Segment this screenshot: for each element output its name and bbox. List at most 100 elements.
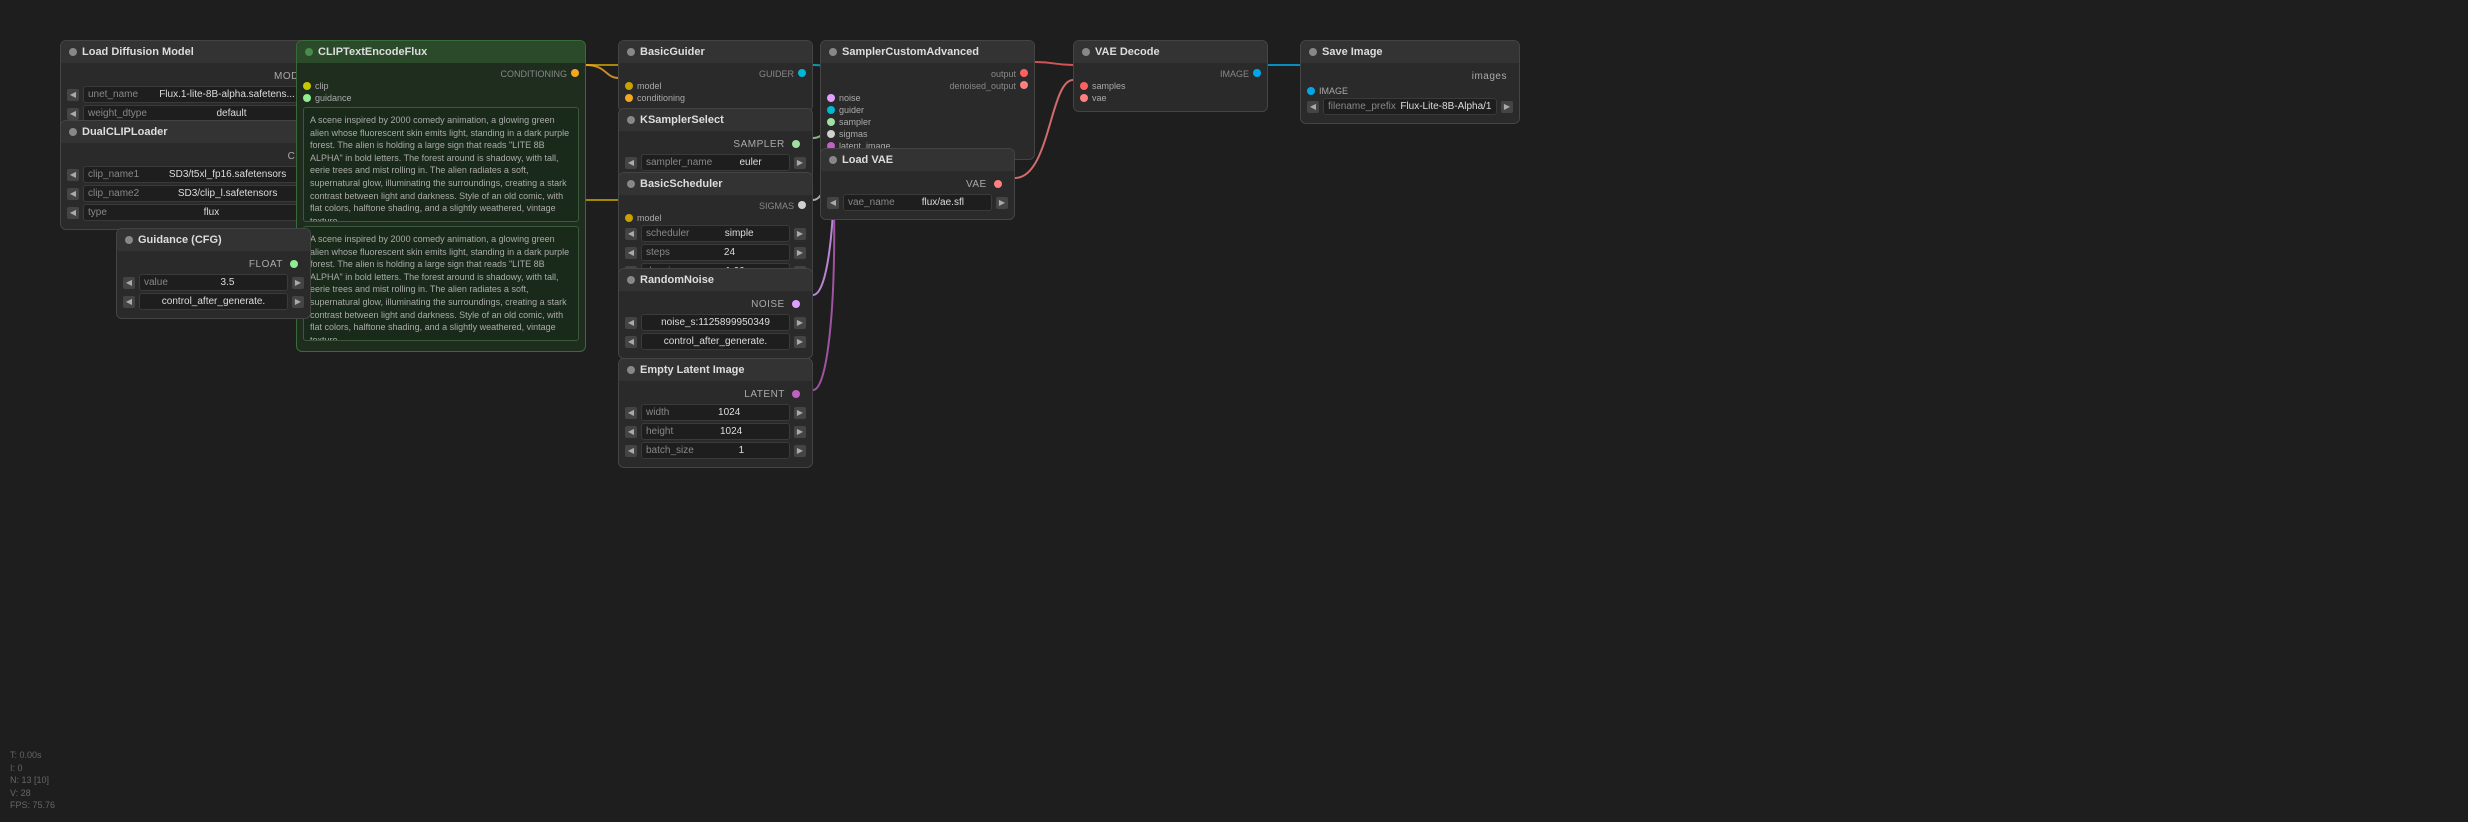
status-V: V: 28 (10, 787, 55, 800)
empty-latent-header: Empty Latent Image (619, 359, 812, 381)
scheduler-left-arrow[interactable]: ◀ (625, 228, 637, 240)
batch-size-right-arrow[interactable]: ▶ (794, 445, 806, 457)
basic-guider-title: BasicGuider (640, 46, 705, 58)
node-status-dot (1309, 48, 1317, 56)
scheduler-field: scheduler simple (641, 225, 790, 242)
unet-name-row[interactable]: ◀ unet_name Flux.1-lite-8B-alpha.safeten… (67, 86, 333, 103)
sampler-name-row[interactable]: ◀ sampler_name euler ▶ (625, 154, 806, 171)
save-image-node: Save Image images IMAGE ◀ filename_prefi… (1300, 40, 1520, 124)
sampler-output-label: SAMPLER (625, 137, 806, 152)
height-field: height 1024 (641, 423, 790, 440)
filename-prefix-left-arrow[interactable]: ◀ (1307, 101, 1319, 113)
height-right-arrow[interactable]: ▶ (794, 426, 806, 438)
load-vae-body: VAE ◀ vae_name flux/ae.sfl ▶ (821, 171, 1014, 219)
control-right-arrow[interactable]: ▶ (292, 296, 304, 308)
control-left-arrow[interactable]: ◀ (123, 296, 135, 308)
random-noise-body: NOISE ◀ noise_s:1125899950349 ▶ ◀ contro… (619, 291, 812, 358)
vae-name-left-arrow[interactable]: ◀ (827, 197, 839, 209)
filename-prefix-right-arrow[interactable]: ▶ (1501, 101, 1513, 113)
model-input-label2: model (637, 213, 662, 223)
width-left-arrow[interactable]: ◀ (625, 407, 637, 419)
unet-name-field: unet_name Flux.1-lite-8B-alpha.safetens.… (83, 86, 317, 103)
clip-output-label: CLIP (67, 149, 333, 164)
noise-seed-right-arrow[interactable]: ▶ (794, 317, 806, 329)
node-status-dot (69, 48, 77, 56)
clip-name1-left-arrow[interactable]: ◀ (67, 169, 79, 181)
guider-output-label: GUIDER (759, 69, 794, 79)
empty-latent-title: Empty Latent Image (640, 364, 745, 376)
clip-name2-left-arrow[interactable]: ◀ (67, 188, 79, 200)
guidance-input-label: guidance (315, 93, 352, 103)
ksampler-select-title: KSamplerSelect (640, 114, 724, 126)
height-row[interactable]: ◀ height 1024 ▶ (625, 423, 806, 440)
sampler-name-left-arrow[interactable]: ◀ (625, 157, 637, 169)
type-left-arrow[interactable]: ◀ (67, 207, 79, 219)
noise-control-field: control_after_generate. (641, 333, 790, 350)
steps-field: steps 24 (641, 244, 790, 261)
sampler-name-right-arrow[interactable]: ▶ (794, 157, 806, 169)
node-status-dot (305, 48, 313, 56)
noise-control-left-arrow[interactable]: ◀ (625, 336, 637, 348)
noise-seed-row[interactable]: ◀ noise_s:1125899950349 ▶ (625, 314, 806, 331)
sampler-input-label: sampler (839, 117, 871, 127)
clip-name1-row[interactable]: ◀ clip_name1 SD3/t5xl_fp16.safetensors ▶ (67, 166, 333, 183)
images-output-label: images (1307, 69, 1513, 84)
denoised-output-label: denoised_output (949, 81, 1016, 91)
clip-text-encode-flux-node: CLIPTextEncodeFlux CONDITIONING clip gui… (296, 40, 586, 352)
noise-seed-field: noise_s:1125899950349 (641, 314, 790, 331)
save-image-header: Save Image (1301, 41, 1519, 63)
sca-title: SamplerCustomAdvanced (842, 46, 979, 58)
height-left-arrow[interactable]: ◀ (625, 426, 637, 438)
guidance-control-row[interactable]: ◀ control_after_generate. ▶ (123, 293, 304, 310)
sampler-custom-advanced-node: SamplerCustomAdvanced output denoised_ou… (820, 40, 1035, 160)
node-status-dot (829, 48, 837, 56)
scheduler-right-arrow[interactable]: ▶ (794, 228, 806, 240)
basic-guider-node: BasicGuider GUIDER model conditioning (618, 40, 813, 112)
node-status-dot (627, 48, 635, 56)
type-row[interactable]: ◀ type flux ▶ (67, 204, 333, 221)
steps-row[interactable]: ◀ steps 24 ▶ (625, 244, 806, 261)
noise-control-row[interactable]: ◀ control_after_generate. ▶ (625, 333, 806, 350)
float-output-label: FLOAT (123, 257, 304, 272)
batch-size-row[interactable]: ◀ batch_size 1 ▶ (625, 442, 806, 459)
save-image-body: images IMAGE ◀ filename_prefix Flux-Lite… (1301, 63, 1519, 123)
clip-text-area-1[interactable]: A scene inspired by 2000 comedy animatio… (303, 107, 579, 222)
sca-header: SamplerCustomAdvanced (821, 41, 1034, 63)
noise-seed-left-arrow[interactable]: ◀ (625, 317, 637, 329)
value-left-arrow[interactable]: ◀ (123, 277, 135, 289)
vae-input-label: vae (1092, 93, 1107, 103)
conditioning-output-label: CONDITIONING (501, 69, 568, 79)
scheduler-row[interactable]: ◀ scheduler simple ▶ (625, 225, 806, 242)
image-output-label: IMAGE (1220, 69, 1249, 79)
basic-guider-header: BasicGuider (619, 41, 812, 63)
filename-prefix-row[interactable]: ◀ filename_prefix Flux-Lite-8B-Alpha/1 ▶ (1307, 98, 1513, 115)
save-image-title: Save Image (1322, 46, 1383, 58)
vae-name-row[interactable]: ◀ vae_name flux/ae.sfl ▶ (827, 194, 1008, 211)
guidance-value-row[interactable]: ◀ value 3.5 ▶ (123, 274, 304, 291)
status-I: I: 0 (10, 762, 55, 775)
unet-name-left-arrow[interactable]: ◀ (67, 89, 79, 101)
status-FPS: FPS: 75.76 (10, 799, 55, 812)
status-N: N: 13 [10] (10, 774, 55, 787)
random-noise-node: RandomNoise NOISE ◀ noise_s:112589995034… (618, 268, 813, 359)
node-canvas: Load Diffusion Model MODEL ◀ unet_name F… (0, 0, 2468, 822)
type-field: type flux (83, 204, 317, 221)
vae-output-label: VAE (827, 177, 1008, 192)
sigmas-output-label: SIGMAS (759, 201, 794, 211)
node-status-dot (627, 180, 635, 188)
load-vae-header: Load VAE (821, 149, 1014, 171)
noise-control-right-arrow[interactable]: ▶ (794, 336, 806, 348)
weight-dtype-left-arrow[interactable]: ◀ (67, 108, 79, 120)
batch-size-left-arrow[interactable]: ◀ (625, 445, 637, 457)
width-row[interactable]: ◀ width 1024 ▶ (625, 404, 806, 421)
value-right-arrow[interactable]: ▶ (292, 277, 304, 289)
basic-guider-body: GUIDER model conditioning (619, 63, 812, 111)
clip-name2-row[interactable]: ◀ clip_name2 SD3/clip_l.safetensors ▶ (67, 185, 333, 202)
vae-name-right-arrow[interactable]: ▶ (996, 197, 1008, 209)
steps-right-arrow[interactable]: ▶ (794, 247, 806, 259)
steps-left-arrow[interactable]: ◀ (625, 247, 637, 259)
node-status-dot (829, 156, 837, 164)
width-right-arrow[interactable]: ▶ (794, 407, 806, 419)
samples-input-label: samples (1092, 81, 1126, 91)
clip-text-area-2[interactable]: A scene inspired by 2000 comedy animatio… (303, 226, 579, 341)
